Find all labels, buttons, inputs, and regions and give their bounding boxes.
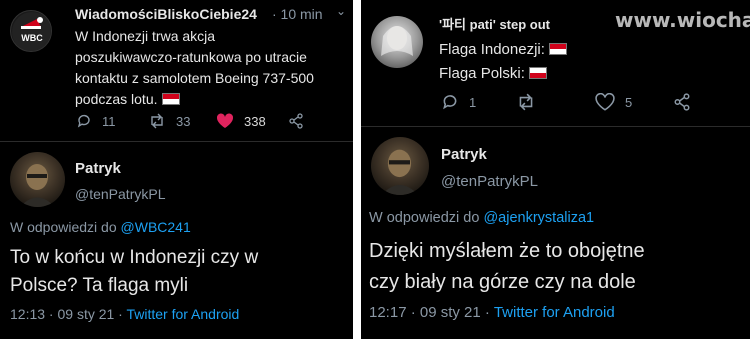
reply-line: czy biały na górze czy na dole [369, 271, 636, 293]
reply-author-name[interactable]: Patryk [75, 160, 121, 177]
like-count: 338 [244, 113, 266, 129]
like-button[interactable]: 5 [595, 93, 632, 111]
reply-context: W odpowiedzi do @ajenkrystaliza1 [369, 210, 594, 226]
reply-icon [443, 95, 457, 110]
retweet-icon [151, 113, 163, 129]
reply-count: 11 [102, 113, 116, 129]
reply-to-link[interactable]: @ajenkrystaliza1 [483, 210, 594, 226]
right-screenshot: '파티 pati' step out www.wiocha.pl Flaga I… [361, 0, 750, 339]
share-button[interactable] [673, 93, 691, 111]
reply-author-handle[interactable]: @tenPatrykPL [441, 173, 538, 190]
pati-avatar[interactable] [371, 16, 423, 68]
quoted-line: W Indonezji trwa akcja [75, 28, 216, 44]
wbc-logo-text: WBC [21, 33, 43, 43]
reply-line: Polsce? Ta flaga myli [10, 275, 189, 296]
pati-tweet-text: Flaga Indonezji: Flaga Polski: [439, 38, 567, 86]
pati-author-name[interactable]: '파티 pati' step out [439, 14, 550, 33]
source-link[interactable]: Twitter for Android [494, 304, 615, 321]
quoted-timestamp: · 10 min [272, 6, 323, 22]
share-button[interactable] [288, 113, 304, 129]
share-icon [674, 93, 690, 111]
quoted-author-name[interactable]: WiadomościBliskoCiebie24 [75, 6, 257, 22]
share-icon [289, 113, 303, 129]
reply-prefix: W odpowiedzi do [10, 219, 117, 235]
reply-tweet-text: To w końcu w Indonezji czy w Polsce? Ta … [10, 244, 258, 300]
wiocha-watermark: www.wiocha.pl [615, 8, 750, 32]
retweet-icon [519, 93, 533, 111]
reply-line: To w końcu w Indonezji czy w [10, 247, 259, 268]
reply-line: Dzięki myślałem że to obojętne [369, 240, 645, 262]
heart-icon [216, 113, 234, 128]
reply-tweet-text: Dzięki myślałem że to obojętne czy biały… [369, 236, 645, 298]
chevron-down-icon[interactable]: ⌄ [336, 4, 346, 18]
pati-line: Flaga Polski: [439, 65, 525, 82]
heart-icon [595, 93, 615, 111]
patryk-avatar[interactable] [371, 137, 429, 195]
divider [353, 0, 361, 339]
like-count: 5 [625, 94, 633, 110]
quoted-line: podczas lotu. [75, 91, 158, 107]
reply-timestamp: 12:13 · 09 sty 21 · [10, 306, 123, 322]
source-link[interactable]: Twitter for Android [126, 306, 239, 322]
retweet-count: 33 [176, 113, 191, 129]
pati-line: Flaga Indonezji: [439, 41, 545, 58]
reply-author-handle[interactable]: @tenPatrykPL [75, 186, 165, 202]
divider-line [0, 141, 353, 142]
patryk-avatar[interactable] [10, 152, 65, 207]
reply-timestamp: 12:17 · 09 sty 21 · [369, 304, 490, 321]
indonesia-flag-icon [161, 93, 180, 105]
reply-button[interactable]: 1 [441, 93, 476, 111]
quoted-line: kontaktu z samolotem Boeing 737-500 [75, 70, 314, 86]
reply-icon [77, 114, 90, 128]
reply-meta: 12:13 · 09 sty 21 · Twitter for Android [10, 306, 239, 322]
retweet-button[interactable] [516, 93, 536, 111]
left-screenshot: WBC WiadomościBliskoCiebie24 · 10 min ⌄ … [0, 0, 353, 339]
reply-author-name[interactable]: Patryk [441, 146, 487, 163]
reply-context: W odpowiedzi do @WBC241 [10, 219, 191, 235]
like-button[interactable]: 338 [216, 113, 266, 129]
retweet-button[interactable]: 33 [148, 113, 190, 129]
reply-meta: 12:17 · 09 sty 21 · Twitter for Android [369, 304, 615, 321]
quoted-line: poszukiwawczo-ratunkowa po utracie [75, 49, 307, 65]
divider-line [361, 126, 750, 127]
indonesia-flag-icon [548, 43, 567, 55]
reply-count: 1 [469, 94, 477, 110]
wbc-avatar[interactable]: WBC [10, 10, 52, 52]
reply-button[interactable]: 11 [76, 113, 116, 129]
quoted-tweet-text: W Indonezji trwa akcja poszukiwawczo-rat… [75, 26, 314, 110]
reply-to-link[interactable]: @WBC241 [121, 219, 191, 235]
reply-prefix: W odpowiedzi do [369, 210, 480, 226]
poland-flag-icon [528, 67, 547, 79]
